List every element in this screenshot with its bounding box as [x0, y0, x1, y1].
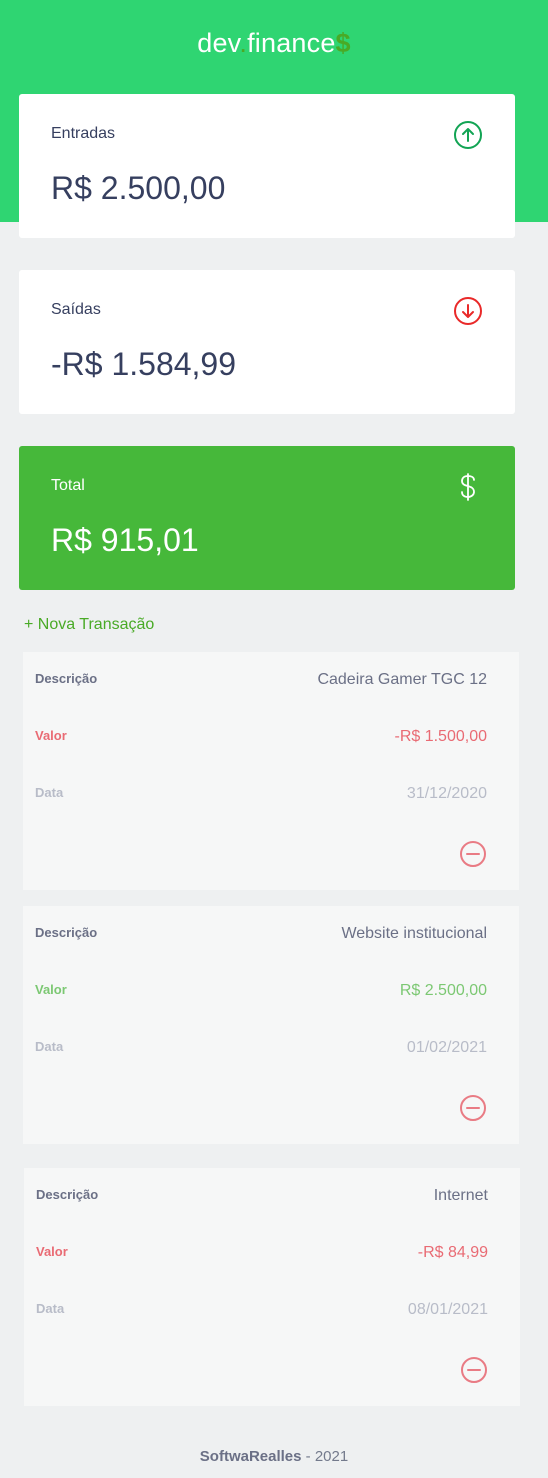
- value-label: Valor: [35, 728, 67, 743]
- income-card: Entradas R$ 2.500,00: [19, 94, 515, 238]
- value-label: Valor: [36, 1244, 68, 1259]
- date-label: Data: [36, 1301, 65, 1316]
- logo-prefix: dev: [197, 28, 240, 58]
- remove-transaction-icon[interactable]: [459, 840, 487, 868]
- total-amount: R$ 915,01: [51, 522, 199, 558]
- footer-year: - 2021: [301, 1448, 349, 1465]
- total-label: Total: [51, 477, 85, 494]
- expense-label: Saídas: [51, 301, 101, 318]
- logo-dollar: $: [335, 28, 351, 58]
- remove-transaction-icon[interactable]: [460, 1356, 488, 1384]
- date-label: Data: [35, 1039, 64, 1054]
- income-amount: R$ 2.500,00: [51, 170, 226, 206]
- transaction-card: Descrição Website institucional Valor R$ 2…: [23, 906, 519, 1144]
- date-value: 08/01/2021: [407, 1301, 488, 1318]
- date-value: 31/12/2020: [406, 785, 487, 802]
- description-value: Internet: [433, 1187, 488, 1204]
- transaction-card: Descrição Cadeira Gamer TGC 12 Valor -R$ 1…: [23, 652, 519, 890]
- date-label: Data: [35, 785, 64, 800]
- description-label: Descrição: [35, 671, 98, 686]
- dollar-icon: [461, 473, 475, 501]
- date-value: 01/02/2021: [406, 1039, 487, 1056]
- logo: dev.finance$: [0, 28, 548, 59]
- expense-card: Saídas -R$ 1.584,99: [19, 270, 515, 414]
- arrow-down-circle-icon: [454, 297, 482, 325]
- value-label: Valor: [35, 982, 67, 997]
- value-amount: R$ 2.500,00: [399, 982, 487, 999]
- description-label: Descrição: [35, 925, 98, 940]
- transaction-card: Descrição Internet Valor -R$ 84,99 Data 08/…: [24, 1168, 520, 1406]
- value-amount: -R$ 1.500,00: [394, 728, 487, 745]
- total-card: Total R$ 915,01: [19, 446, 515, 590]
- arrow-up-circle-icon: [454, 121, 482, 149]
- footer-author: SoftwaRealles: [199, 1448, 302, 1465]
- description-value: Website institucional: [341, 925, 487, 942]
- expense-amount: -R$ 1.584,99: [51, 346, 237, 382]
- new-transaction-button[interactable]: + Nova Transação: [24, 616, 154, 634]
- description-label: Descrição: [36, 1187, 99, 1202]
- footer: SoftwaRealles - 2021: [0, 1448, 548, 1465]
- logo-suffix: finance: [247, 28, 336, 58]
- description-value: Cadeira Gamer TGC 12: [317, 671, 487, 688]
- income-label: Entradas: [51, 125, 116, 142]
- logo-dot: .: [239, 28, 248, 58]
- remove-transaction-icon[interactable]: [459, 1094, 487, 1122]
- value-amount: -R$ 84,99: [417, 1244, 488, 1261]
